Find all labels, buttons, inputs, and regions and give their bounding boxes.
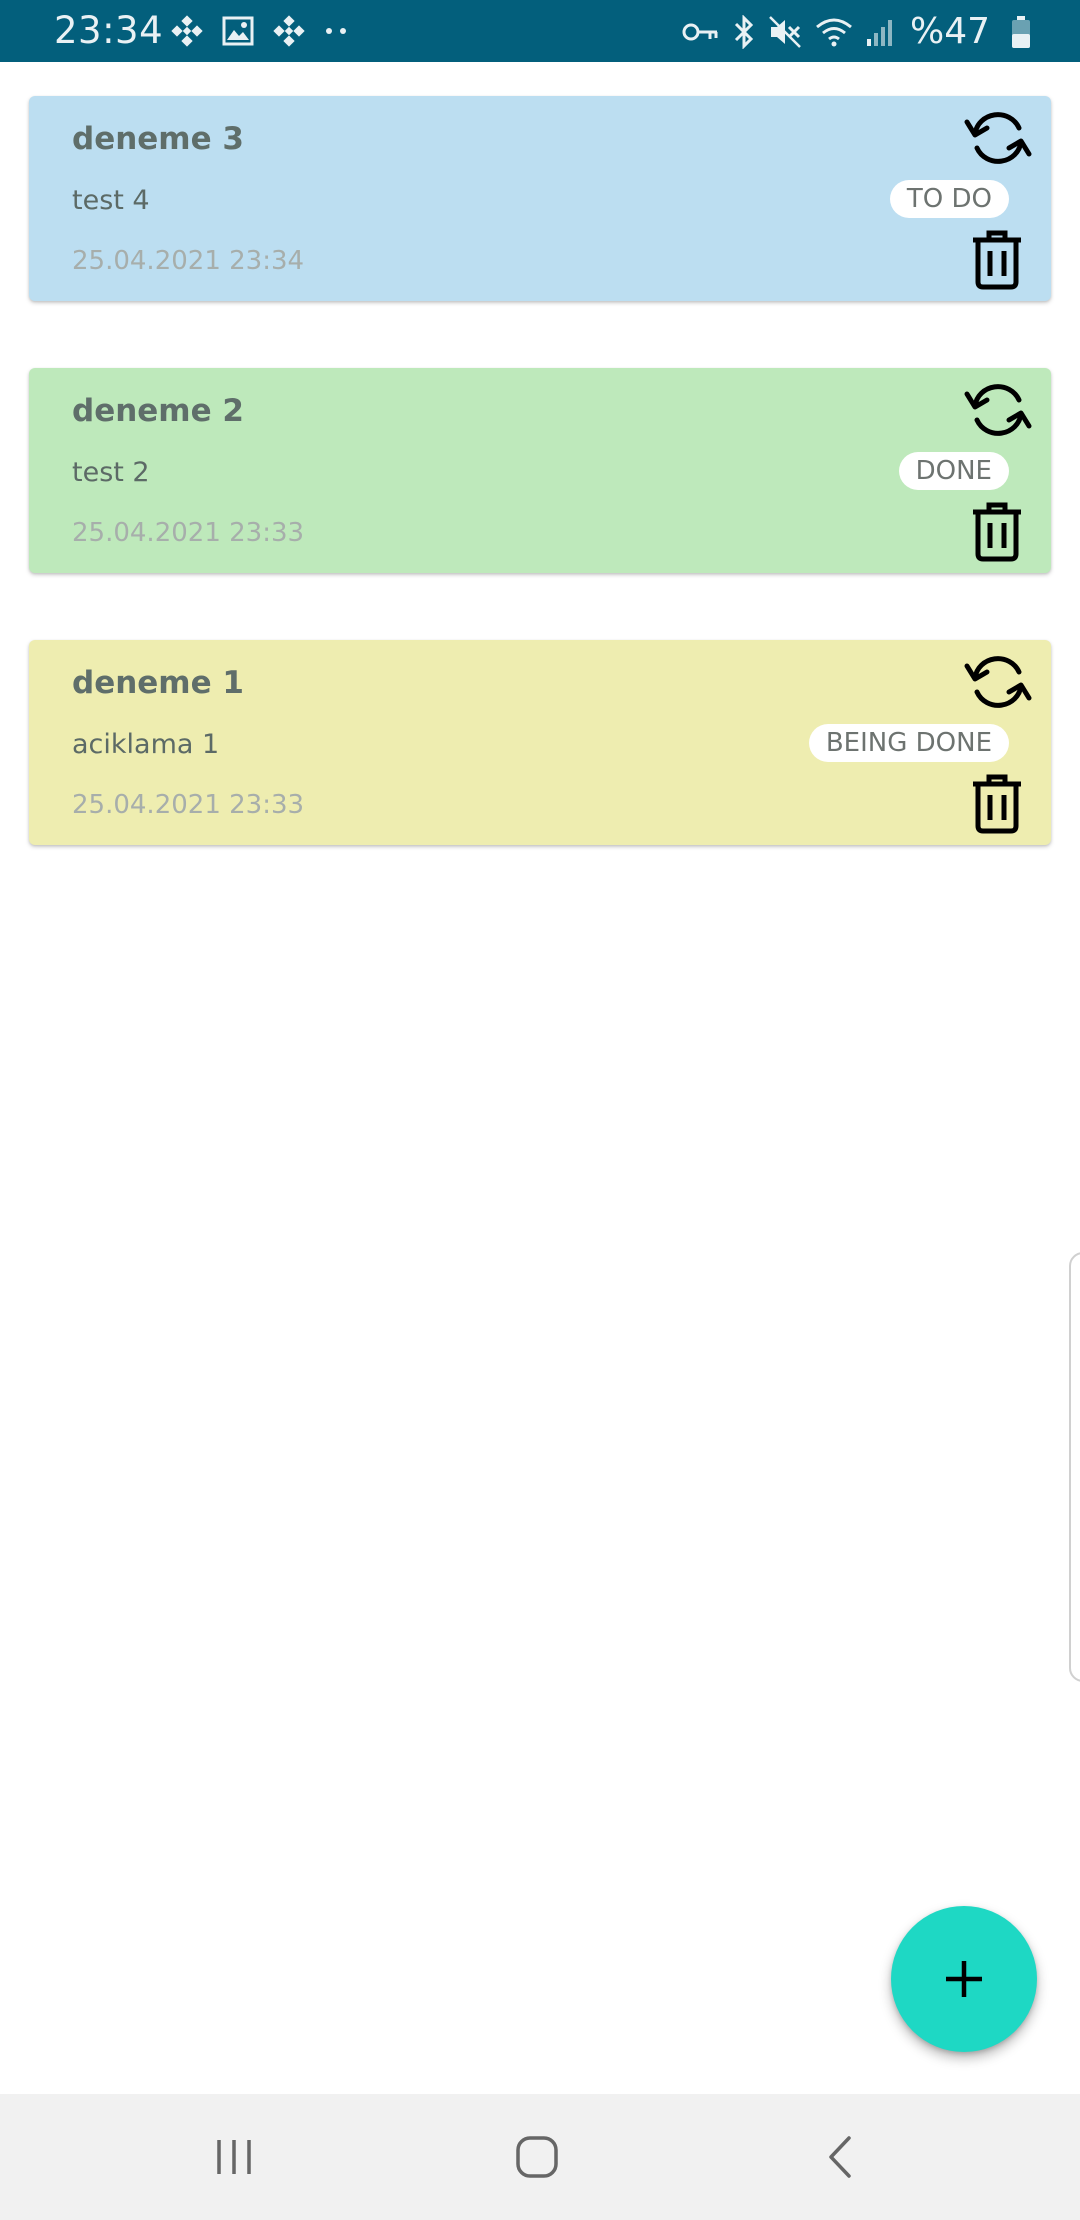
battery-icon [1012, 16, 1030, 48]
refresh-icon [964, 384, 1032, 436]
recent-apps-button[interactable] [134, 2094, 334, 2220]
notification-icons [170, 14, 368, 48]
change-status-button[interactable] [963, 108, 1033, 168]
task-description: aciklama 1 [72, 729, 220, 760]
task-status-badge: BEING DONE [808, 724, 1009, 762]
binance-icon [273, 15, 305, 47]
system-icons: %47 [670, 12, 1032, 52]
navigation-bar [0, 2094, 1080, 2220]
vpn-key-icon [682, 23, 718, 41]
task-status-badge: DONE [898, 452, 1009, 490]
change-status-button[interactable] [963, 652, 1033, 712]
task-description: test 4 [72, 185, 150, 216]
status-bar: 23:34 %47 [0, 0, 1080, 62]
binance-icon [171, 15, 203, 47]
task-card[interactable]: deneme 3 test 4 25.04.2021 23:34 TO DO [29, 96, 1051, 301]
home-button[interactable] [437, 2094, 637, 2220]
task-status-badge: TO DO [889, 180, 1009, 218]
wifi-icon [816, 18, 852, 47]
bluetooth-icon [734, 15, 754, 49]
trash-icon [973, 774, 1021, 834]
edge-panel-handle[interactable] [1069, 1252, 1080, 1682]
home-icon [516, 2136, 558, 2178]
trash-icon [973, 230, 1021, 290]
task-title: deneme 3 [72, 121, 244, 157]
recent-apps-icon [217, 2140, 251, 2174]
delete-button[interactable] [971, 230, 1023, 290]
task-card[interactable]: deneme 2 test 2 25.04.2021 23:33 DONE [29, 368, 1051, 573]
refresh-icon [964, 112, 1032, 164]
more-dots-icon [326, 28, 346, 34]
task-date: 25.04.2021 23:34 [72, 246, 305, 276]
signal-icon [866, 20, 892, 46]
plus-icon [946, 1961, 982, 1997]
task-title: deneme 2 [72, 393, 244, 429]
task-date: 25.04.2021 23:33 [72, 518, 305, 548]
delete-button[interactable] [971, 774, 1023, 834]
gallery-icon [222, 16, 254, 46]
trash-icon [973, 502, 1021, 562]
mute-icon [769, 16, 801, 48]
back-icon [829, 2136, 851, 2178]
task-card[interactable]: deneme 1 aciklama 1 25.04.2021 23:33 BEI… [29, 640, 1051, 845]
task-date: 25.04.2021 23:33 [72, 790, 305, 820]
task-title: deneme 1 [72, 665, 244, 701]
status-time: 23:34 [54, 9, 164, 52]
task-description: test 2 [72, 457, 150, 488]
change-status-button[interactable] [963, 380, 1033, 440]
battery-percent: %47 [909, 11, 990, 52]
add-task-button[interactable] [891, 1906, 1037, 2052]
delete-button[interactable] [971, 502, 1023, 562]
refresh-icon [964, 656, 1032, 708]
back-button[interactable] [740, 2094, 940, 2220]
